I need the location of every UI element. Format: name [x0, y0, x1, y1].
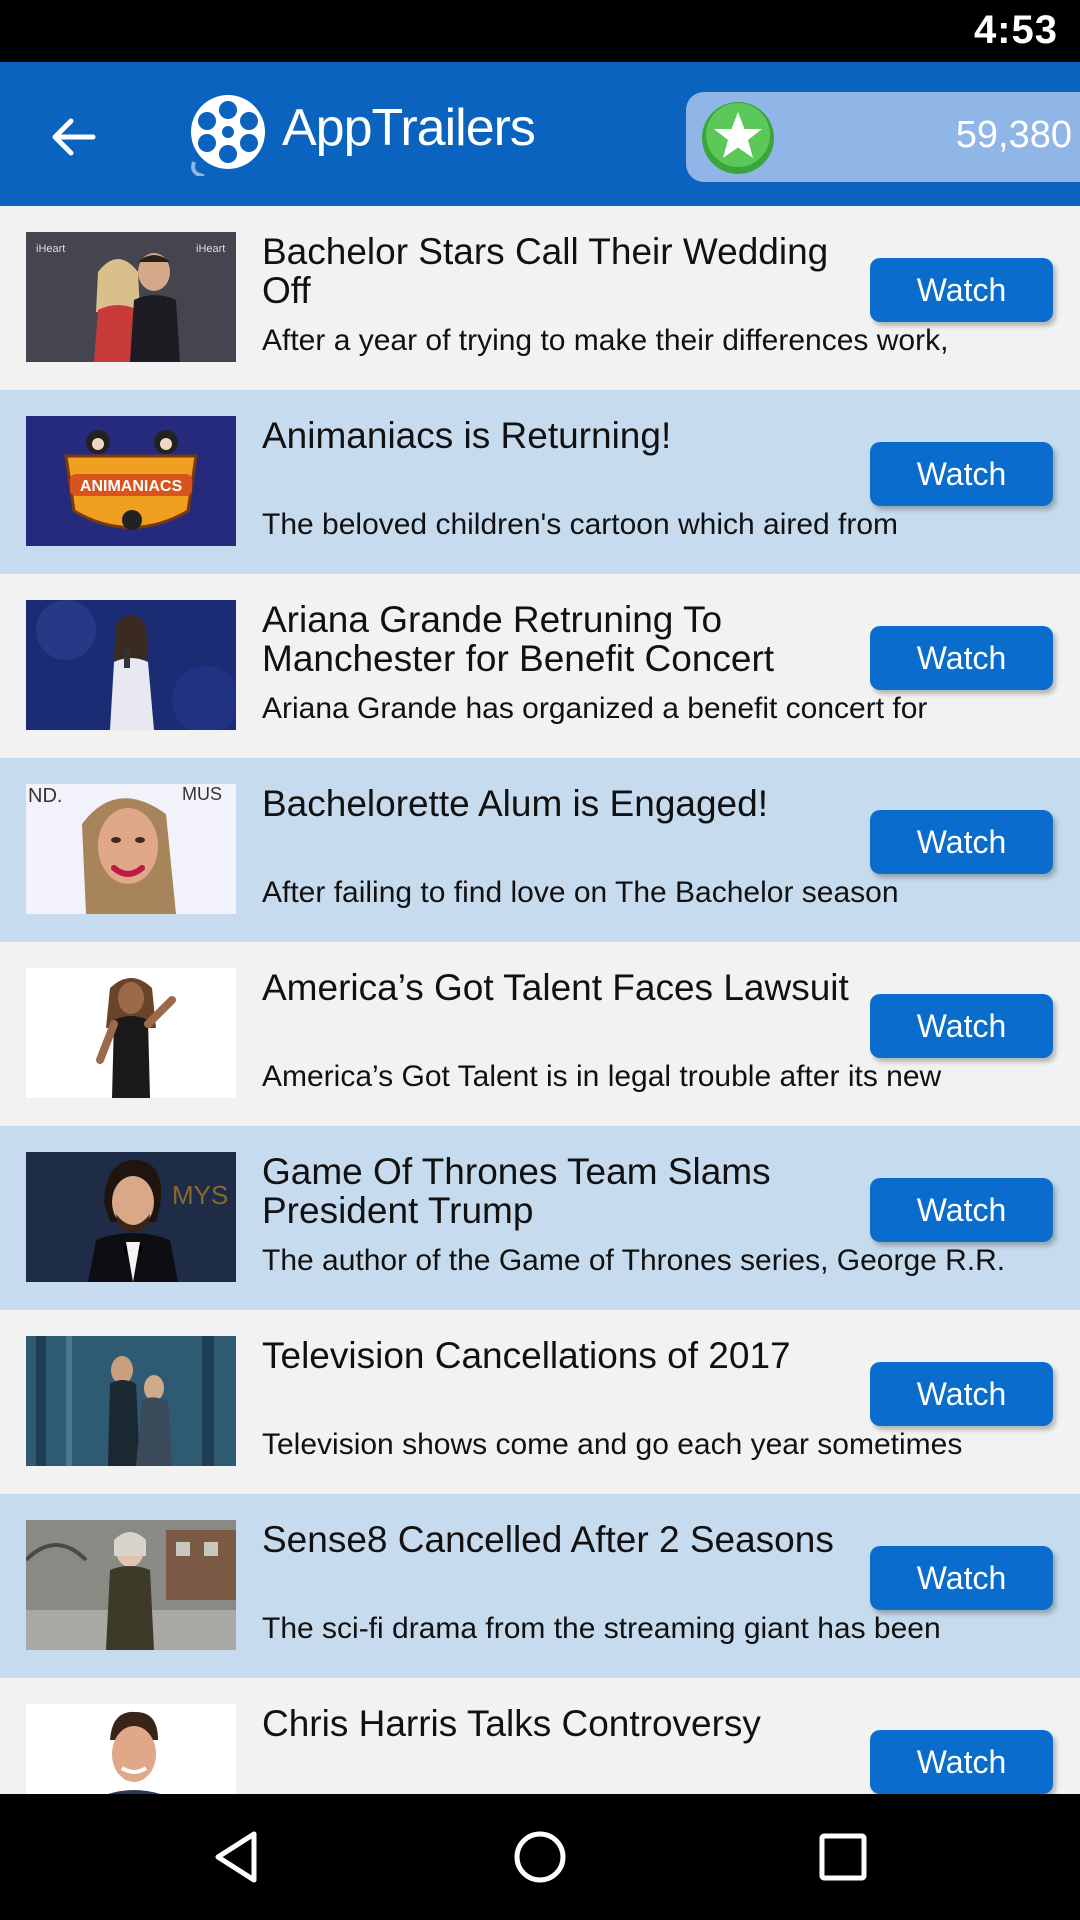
item-description: After failing to find love on The Bachel…: [262, 876, 899, 909]
points-value: 59,380: [955, 114, 1072, 156]
watch-button[interactable]: Watch: [870, 810, 1053, 874]
item-description: The beloved children's cartoon which air…: [262, 508, 899, 541]
list-item[interactable]: ND. MUS Bachelorette Alum is Engaged! Af…: [0, 758, 1080, 942]
thumbnail-image: ANIMANIACS: [26, 416, 236, 546]
item-title[interactable]: America’s Got Talent Faces Lawsuit: [262, 968, 852, 1007]
thumbnail-image: ND. MUS: [26, 784, 236, 914]
svg-text:ND.: ND.: [28, 785, 62, 807]
list-item[interactable]: MYS Game Of Thrones Team Slams President…: [0, 1126, 1080, 1310]
thumbnail-image: [26, 968, 236, 1098]
svg-text:iHeart: iHeart: [36, 243, 65, 255]
item-description: The author of the Game of Thrones series…: [262, 1244, 1006, 1277]
item-description: America’s Got Talent is in legal trouble…: [262, 1060, 942, 1093]
list-item[interactable]: Sense8 Cancelled After 2 Seasons The sci…: [0, 1494, 1080, 1678]
film-reel-logo-icon: [191, 95, 265, 176]
list-item[interactable]: America’s Got Talent Faces Lawsuit Ameri…: [0, 942, 1080, 1126]
watch-button[interactable]: Watch: [870, 626, 1053, 690]
watch-button[interactable]: Watch: [870, 1730, 1053, 1794]
app-title: AppTrailers: [282, 99, 536, 157]
thumbnail-image: [26, 600, 236, 730]
item-title[interactable]: Game Of Thrones Team Slams President Tru…: [262, 1152, 852, 1230]
watch-button[interactable]: Watch: [870, 1362, 1053, 1426]
item-description: Ariana Grande has organized a benefit co…: [262, 692, 928, 725]
list-item[interactable]: iHeart iHeart Bachelor Stars Call Their …: [0, 206, 1080, 390]
navigation-bar: [0, 1794, 1080, 1920]
item-title[interactable]: Bachelor Stars Call Their Wedding Off: [262, 232, 852, 310]
home-circle-icon[interactable]: [507, 1824, 573, 1890]
item-title[interactable]: Animaniacs is Returning!: [262, 416, 852, 455]
status-bar: 4:53: [0, 0, 1080, 62]
item-title[interactable]: Television Cancellations of 2017: [262, 1336, 852, 1375]
list-item[interactable]: Television Cancellations of 2017 Televis…: [0, 1310, 1080, 1494]
watch-button[interactable]: Watch: [870, 1546, 1053, 1610]
item-description: Television shows come and go each year s…: [262, 1428, 963, 1461]
list-item[interactable]: ANIMANIACS Animaniacs is Returning! The …: [0, 390, 1080, 574]
list-item[interactable]: Ariana Grande Retruning To Manchester fo…: [0, 574, 1080, 758]
item-title[interactable]: Chris Harris Talks Controversy: [262, 1704, 852, 1743]
thumbnail-image: iHeart iHeart: [26, 232, 236, 362]
item-title[interactable]: Bachelorette Alum is Engaged!: [262, 784, 852, 823]
watch-button[interactable]: Watch: [870, 994, 1053, 1058]
watch-button[interactable]: Watch: [870, 1178, 1053, 1242]
thumbnail-image: [26, 1520, 236, 1650]
thumbnail-image: [26, 1704, 236, 1794]
thumbnail-image: [26, 1336, 236, 1466]
back-button[interactable]: [40, 104, 106, 170]
svg-text:ANIMANIACS: ANIMANIACS: [80, 478, 183, 495]
news-list: iHeart iHeart Bachelor Stars Call Their …: [0, 206, 1080, 1794]
status-time: 4:53: [973, 8, 1058, 52]
item-description: After a year of trying to make their dif…: [262, 324, 949, 357]
item-title[interactable]: Ariana Grande Retruning To Manchester fo…: [262, 600, 852, 678]
points-display[interactable]: 59,380: [686, 92, 1080, 182]
app-bar: AppTrailers 59,380: [0, 62, 1080, 206]
thumbnail-image: MYS: [26, 1152, 236, 1282]
star-icon: [702, 102, 774, 174]
item-description: The sci-fi drama from the streaming gian…: [262, 1612, 941, 1645]
watch-button[interactable]: Watch: [870, 258, 1053, 322]
list-item[interactable]: Chris Harris Talks Controversy Watch: [0, 1678, 1080, 1794]
recents-square-icon[interactable]: [810, 1824, 876, 1890]
svg-text:MUS: MUS: [182, 784, 222, 804]
back-triangle-icon[interactable]: [204, 1824, 270, 1890]
svg-text:iHeart: iHeart: [196, 243, 225, 255]
back-arrow-icon: [52, 118, 96, 156]
item-title[interactable]: Sense8 Cancelled After 2 Seasons: [262, 1520, 852, 1559]
svg-text:MYS: MYS: [172, 1180, 228, 1210]
watch-button[interactable]: Watch: [870, 442, 1053, 506]
